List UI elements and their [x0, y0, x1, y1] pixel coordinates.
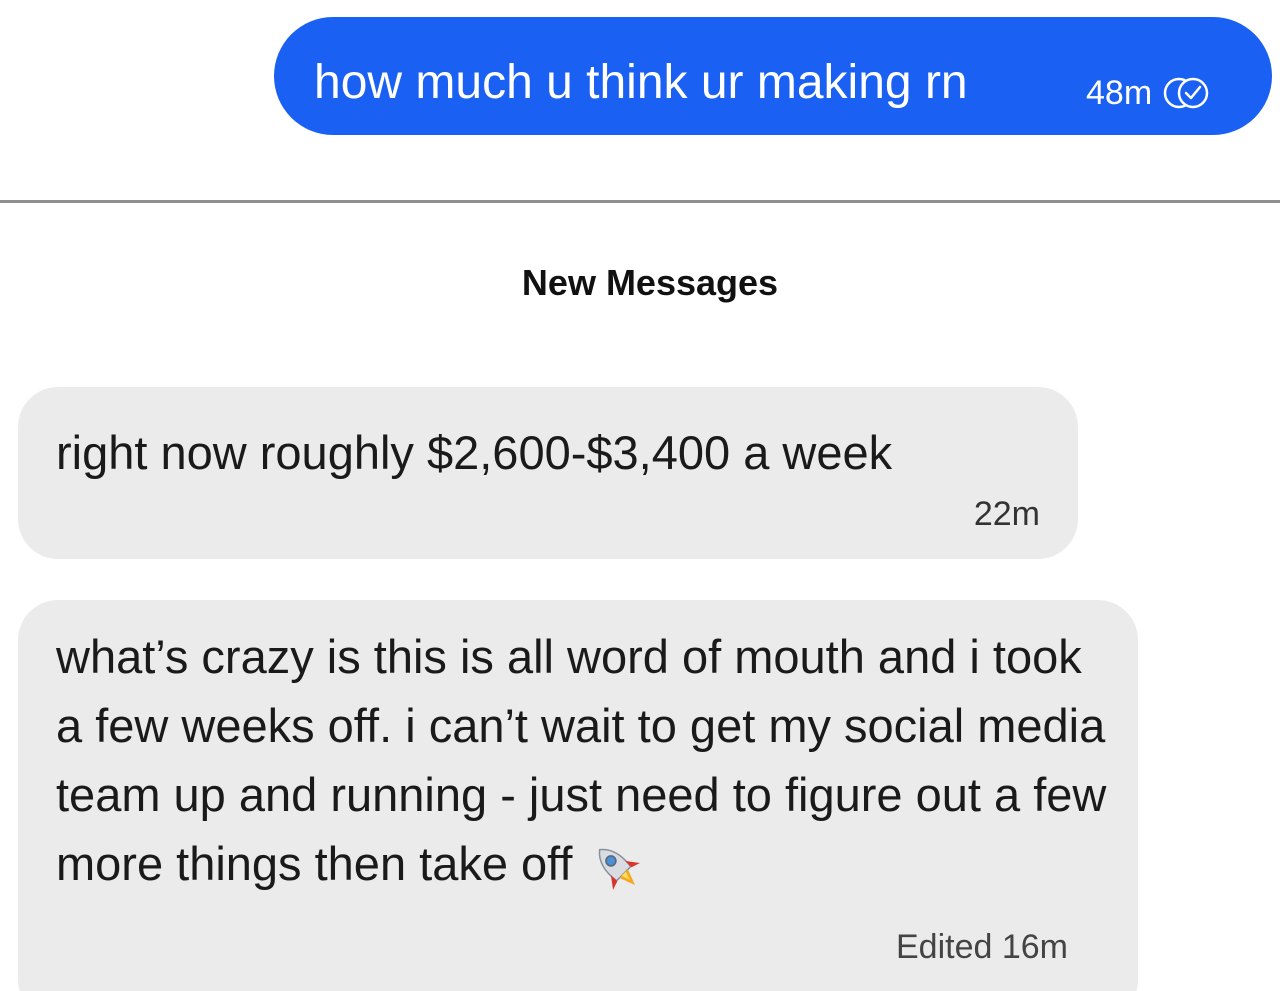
- conversation-divider: [0, 200, 1280, 203]
- incoming-message-text: right now roughly $2,600-$3,400 a week: [56, 426, 893, 479]
- outgoing-message-text: how much u think ur making rn: [314, 56, 968, 109]
- chat-screen: how much u think ur making rn 48m New Me…: [0, 0, 1280, 991]
- outgoing-message-meta: 48m: [1086, 74, 1214, 112]
- seen-check-icon: [1163, 77, 1209, 109]
- incoming-message-body: what’s crazy is this is all word of mout…: [56, 622, 1116, 898]
- new-messages-label: New Messages: [521, 262, 779, 303]
- incoming-message-bubble[interactable]: right now roughly $2,600-$3,400 a week 2…: [18, 387, 1078, 559]
- incoming-message-edited-time: Edited 16m: [896, 928, 1068, 966]
- outgoing-message-time: 48m: [1086, 74, 1153, 112]
- rocket-icon: [599, 848, 641, 890]
- incoming-message-time: 22m: [973, 495, 1040, 533]
- incoming-message-text: what’s crazy is this is all word of mout…: [56, 630, 1107, 890]
- incoming-message-bubble[interactable]: what’s crazy is this is all word of mout…: [18, 600, 1138, 991]
- outgoing-message-bubble[interactable]: how much u think ur making rn 48m: [274, 17, 1272, 135]
